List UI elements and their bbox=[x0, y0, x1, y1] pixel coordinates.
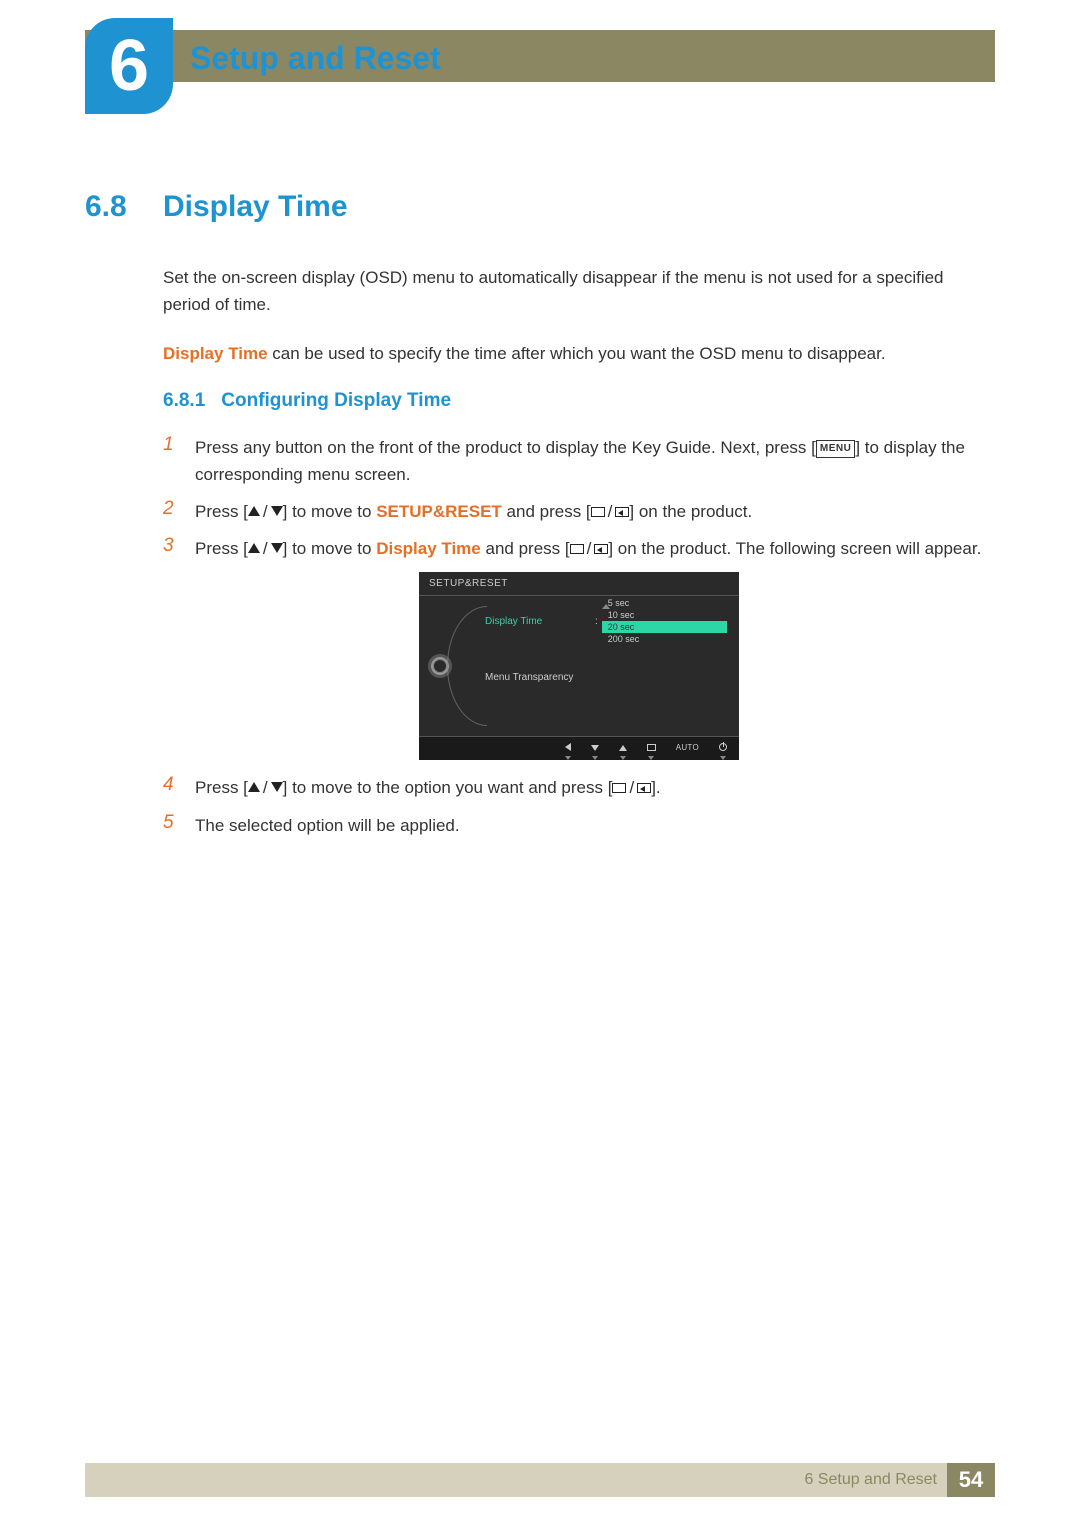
down-triangle-icon bbox=[271, 782, 283, 792]
osd-option: 10 sec bbox=[602, 609, 727, 621]
footer-bar: 6 Setup and Reset 54 bbox=[85, 1463, 995, 1497]
step-text: The selected option will be applied. bbox=[195, 812, 995, 839]
text: Press [ bbox=[195, 539, 248, 558]
page-content: 6.8 Display Time Set the on-screen displ… bbox=[85, 190, 995, 849]
intro-rest: can be used to specify the time after wh… bbox=[268, 344, 886, 363]
text: and press [ bbox=[502, 502, 591, 521]
osd-item-label: Menu Transparency bbox=[485, 672, 595, 683]
subsection-number: 6.8.1 bbox=[163, 390, 205, 412]
text: ] on the product. bbox=[629, 502, 752, 521]
term: SETUP&RESET bbox=[376, 502, 502, 521]
chapter-title: Setup and Reset bbox=[190, 40, 441, 77]
step-number: 2 bbox=[163, 498, 179, 520]
subsection-title: Configuring Display Time bbox=[221, 390, 451, 412]
step-3: 3 Press [/] to move to Display Time and … bbox=[163, 535, 995, 562]
section-number: 6.8 bbox=[85, 190, 135, 224]
text: Press [ bbox=[195, 778, 248, 797]
menu-key-icon: MENU bbox=[816, 440, 855, 458]
source-icon bbox=[647, 743, 656, 754]
intro-term: Display Time bbox=[163, 344, 268, 363]
down-triangle-icon bbox=[271, 543, 283, 553]
enter-icon bbox=[594, 544, 608, 554]
text: ] to move to the option you want and pre… bbox=[283, 778, 613, 797]
osd-panel: SETUP&RESET Display Time : 5 sec 10 sec … bbox=[419, 572, 739, 760]
back-icon bbox=[565, 743, 571, 754]
osd-options: 5 sec 10 sec 20 sec 200 sec bbox=[602, 597, 727, 645]
step-5: 5 The selected option will be applied. bbox=[163, 812, 995, 839]
up-triangle-icon bbox=[248, 782, 260, 792]
step-number: 1 bbox=[163, 434, 179, 456]
up-triangle-icon bbox=[248, 543, 260, 553]
step-number: 3 bbox=[163, 535, 179, 557]
chapter-number-tab: 6 bbox=[85, 18, 173, 114]
osd-row: Display Time : 5 sec 10 sec 20 sec 200 s… bbox=[485, 613, 727, 629]
step-2: 2 Press [/] to move to SETUP&RESET and p… bbox=[163, 498, 995, 525]
enter-icon bbox=[637, 783, 651, 793]
enter-icon bbox=[615, 507, 629, 517]
step-text: Press [/] to move to Display Time and pr… bbox=[195, 535, 995, 562]
intro-paragraph-1: Set the on-screen display (OSD) menu to … bbox=[163, 264, 995, 318]
up-icon bbox=[619, 743, 627, 754]
text: ] to move to bbox=[283, 502, 377, 521]
osd-bottom-bar: AUTO bbox=[419, 736, 739, 760]
osd-title: SETUP&RESET bbox=[419, 572, 739, 596]
step-number: 4 bbox=[163, 774, 179, 796]
power-icon bbox=[719, 743, 727, 754]
screen-icon bbox=[570, 544, 584, 554]
osd-option: 5 sec bbox=[602, 597, 727, 609]
osd-option: 200 sec bbox=[602, 633, 727, 645]
up-triangle-icon bbox=[248, 506, 260, 516]
step-4: 4 Press [/] to move to the option you wa… bbox=[163, 774, 995, 801]
osd-screenshot: SETUP&RESET Display Time : 5 sec 10 sec … bbox=[163, 572, 995, 760]
section-heading: 6.8 Display Time bbox=[85, 190, 995, 224]
auto-label: AUTO bbox=[676, 743, 699, 754]
section-title: Display Time bbox=[163, 190, 348, 224]
text: Press any button on the front of the pro… bbox=[195, 438, 816, 457]
step-text: Press any button on the front of the pro… bbox=[195, 434, 995, 488]
osd-row: Menu Transparency bbox=[485, 669, 727, 685]
term: Display Time bbox=[376, 539, 481, 558]
text: ] to move to bbox=[283, 539, 377, 558]
down-triangle-icon bbox=[271, 506, 283, 516]
text: ] on the product. The following screen w… bbox=[608, 539, 981, 558]
footer-page-number: 54 bbox=[947, 1463, 995, 1497]
screen-icon bbox=[612, 783, 626, 793]
screen-icon bbox=[591, 507, 605, 517]
osd-option-selected: 20 sec bbox=[602, 621, 727, 633]
osd-item-label: Display Time bbox=[485, 616, 595, 627]
step-text: Press [/] to move to the option you want… bbox=[195, 774, 995, 801]
subsection-heading: 6.8.1 Configuring Display Time bbox=[163, 390, 995, 412]
step-1: 1 Press any button on the front of the p… bbox=[163, 434, 995, 488]
intro-paragraph-2: Display Time can be used to specify the … bbox=[163, 340, 995, 367]
footer-chapter-ref: 6 Setup and Reset bbox=[804, 1471, 937, 1489]
step-number: 5 bbox=[163, 812, 179, 834]
step-text: Press [/] to move to SETUP&RESET and pre… bbox=[195, 498, 995, 525]
text: ]. bbox=[651, 778, 660, 797]
text: Press [ bbox=[195, 502, 248, 521]
down-icon bbox=[591, 743, 599, 754]
text: and press [ bbox=[481, 539, 570, 558]
